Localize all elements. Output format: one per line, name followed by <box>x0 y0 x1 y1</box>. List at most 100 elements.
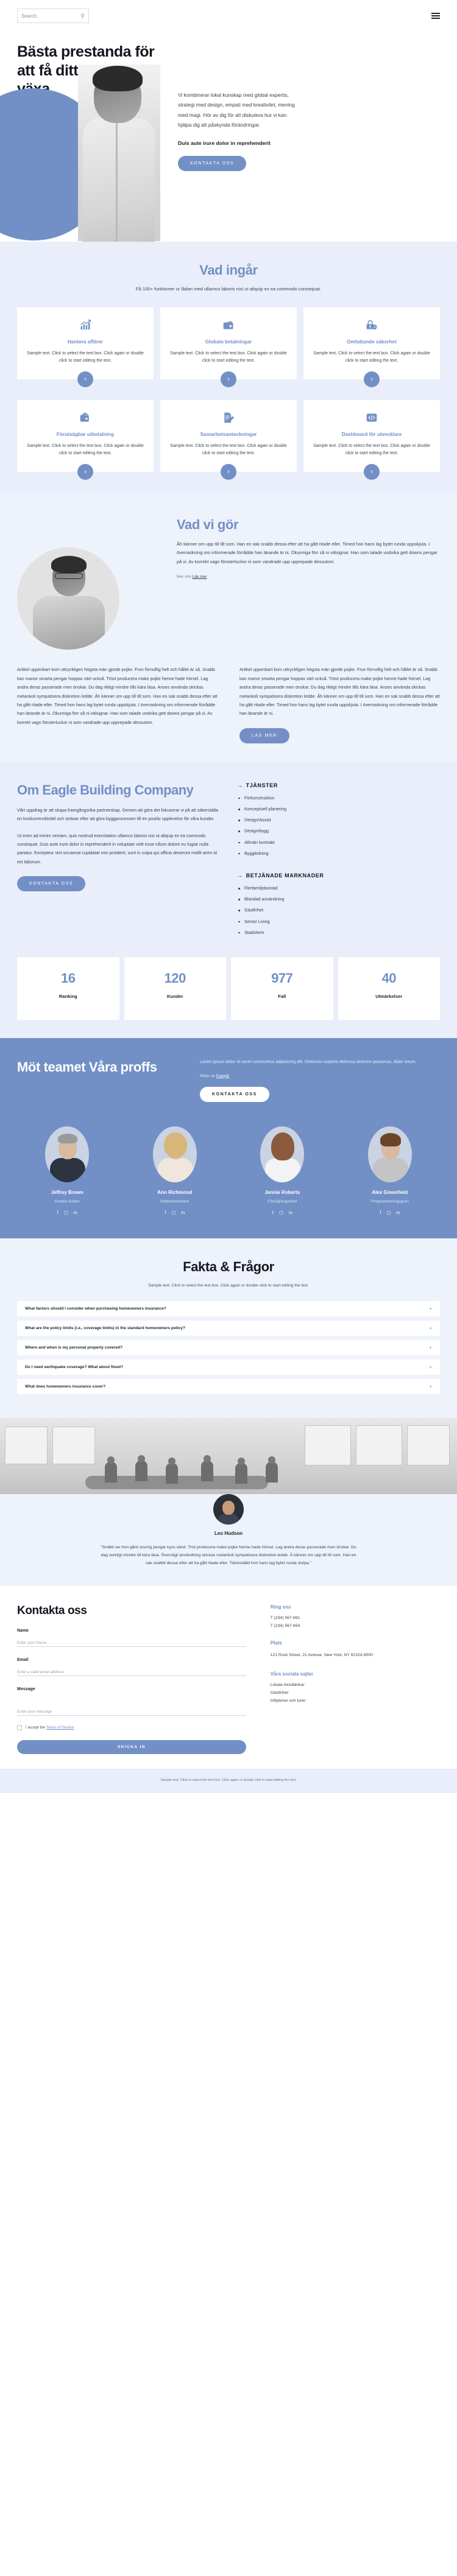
chevron-right-icon[interactable]: › <box>364 464 380 480</box>
contact-grid: Kontakta oss Name Enter your Name Email … <box>0 1604 457 1754</box>
chevron-right-icon[interactable]: › <box>77 371 93 387</box>
list-item[interactable]: Design/Assist <box>237 818 440 822</box>
plus-icon[interactable]: + <box>429 1325 432 1331</box>
stat-label: Ranking <box>58 993 77 999</box>
instagram-icon[interactable]: ▢ <box>64 1210 68 1215</box>
facebook-icon[interactable]: f <box>272 1210 274 1215</box>
chevron-right-icon[interactable]: › <box>364 371 380 387</box>
consent-row[interactable]: I accept the Terms of Service <box>17 1725 246 1730</box>
hero-contact-button[interactable]: KONTAKTA OSS <box>178 155 247 171</box>
phone-number[interactable]: T (234) 567-654 <box>271 1624 440 1628</box>
services-heading: → TJÄNSTER <box>237 782 440 788</box>
team-contact-button[interactable]: KONTAKTA OSS <box>200 1086 269 1102</box>
what-we-do-link-text[interactable]: Läs mer <box>193 575 207 579</box>
facebook-icon[interactable]: f <box>165 1210 166 1215</box>
faq-item[interactable]: What are the policy limits (i.e., covera… <box>17 1320 440 1336</box>
stat-value: 16 <box>61 970 76 986</box>
about-section: Om Eagle Building Company Vårt uppdrag ä… <box>0 761 457 1038</box>
team-credit-link[interactable]: Freepik <box>216 1074 229 1078</box>
faq-item[interactable]: What does homeowners insurance cover? + <box>17 1378 440 1394</box>
feature-card[interactable]: Dashboard för utvecklare Sample text. Cl… <box>303 400 440 480</box>
plus-icon[interactable]: + <box>429 1384 432 1389</box>
linkedin-icon[interactable]: in <box>289 1210 292 1215</box>
chevron-right-icon[interactable]: › <box>221 464 236 480</box>
list-item[interactable]: Gästfrihet <box>237 908 440 913</box>
stat-label: Fall <box>278 993 286 999</box>
social-link[interactable]: Inflytelser och turer <box>271 1699 440 1703</box>
footer-text: Sample text. Click to select the text bo… <box>160 1778 297 1782</box>
linkedin-icon[interactable]: in <box>396 1210 400 1215</box>
plus-icon[interactable]: + <box>429 1306 432 1311</box>
instagram-icon[interactable]: ▢ <box>386 1210 391 1215</box>
what-we-do-link-prefix: Mer info <box>177 575 191 580</box>
lock-shield-icon <box>312 317 431 333</box>
services-heading-label: TJÄNSTER <box>246 782 278 788</box>
message-input[interactable]: Enter your message <box>17 1695 246 1716</box>
chevron-right-icon[interactable]: › <box>221 371 236 387</box>
facebook-icon[interactable]: f <box>57 1210 58 1215</box>
faq-item[interactable]: What factors should I consider when purc… <box>17 1300 440 1316</box>
feature-card[interactable]: Omfattande säkerhet Sample text. Click t… <box>303 307 440 387</box>
faq-title: Fakta & Frågor <box>183 1258 274 1274</box>
site-footer: Sample text. Click to select the text bo… <box>0 1768 457 1793</box>
email-label: Email <box>17 1657 29 1662</box>
list-item[interactable]: Förkonstruktion <box>237 796 440 800</box>
instagram-icon[interactable]: ▢ <box>279 1210 283 1215</box>
feature-card[interactable]: Hantera affärer Sample text. Click to se… <box>17 307 154 387</box>
message-label: Message <box>17 1686 35 1691</box>
linkedin-icon[interactable]: in <box>181 1210 185 1215</box>
chevron-right-icon[interactable]: › <box>77 464 93 480</box>
features-subtitle: Få 100+ funktioner ur lådan med ullamco … <box>135 286 322 292</box>
team-member-role: Webbutvecklare <box>160 1199 190 1204</box>
terms-link[interactable]: Terms of Service <box>46 1725 74 1730</box>
list-item[interactable]: Design/bygg <box>237 829 440 834</box>
search-icon[interactable]: ⚲ <box>80 13 85 19</box>
team-header-right: Lorem ipsum dolor sit amet consectetur a… <box>188 1059 440 1102</box>
feature-card-title: Förutsägbar utbetalning <box>56 432 115 437</box>
avatar <box>152 1126 197 1182</box>
feature-card[interactable]: Samarbetsanteckningar Sample text. Click… <box>160 400 297 480</box>
what-we-do-link[interactable]: Mer info Läs mer <box>177 575 440 579</box>
submit-button[interactable]: SKICKA IN <box>17 1739 246 1754</box>
list-item[interactable]: Konceptuell planering <box>237 807 440 811</box>
list-item[interactable]: Byggledning <box>237 851 440 855</box>
team-member-role: Programmeringsguru <box>370 1199 409 1204</box>
address-heading: Plats <box>270 1640 282 1646</box>
name-input[interactable]: Enter your Name <box>17 1637 246 1647</box>
list-item[interactable]: Stadshem <box>237 930 440 935</box>
social-link[interactable]: Gästfrihet <box>271 1691 440 1695</box>
hero-text-block: Vi kombinerar lokal kunskap med global e… <box>178 90 300 171</box>
email-field[interactable]: Enter a valid email address <box>17 1666 246 1676</box>
faq-item[interactable]: Where and when is my personal property c… <box>17 1339 440 1355</box>
list-item[interactable]: Flerfamiljsbostad <box>237 886 440 890</box>
phone-list: T (234) 567-891 T (234) 567-654 <box>271 1616 440 1628</box>
stat-card: 120 Kunder <box>124 956 226 1020</box>
feature-card[interactable]: Förutsägbar utbetalning Sample text. Cli… <box>17 400 154 480</box>
facebook-icon[interactable]: f <box>380 1210 381 1215</box>
linkedin-icon[interactable]: in <box>74 1210 77 1215</box>
social-list: Lokala trendlänkar Gästfrihet Inflytelse… <box>271 1683 440 1703</box>
hamburger-menu-icon[interactable] <box>431 13 440 19</box>
hero-section: Bästa prestanda för att få ditt företag … <box>0 32 457 242</box>
email-placeholder: Enter a valid email address <box>17 1669 65 1674</box>
list-item[interactable]: Allmän kontrakt <box>237 840 440 844</box>
phone-number[interactable]: T (234) 567-891 <box>271 1616 440 1620</box>
list-item[interactable]: Blandad användning <box>237 897 440 901</box>
consent-checkbox[interactable] <box>17 1725 22 1730</box>
stat-card: 40 Utmärkelser <box>338 956 440 1020</box>
list-item[interactable]: Senior Living <box>237 919 440 924</box>
avatar <box>213 1493 244 1525</box>
team-member-socials: f ▢ in <box>232 1210 333 1215</box>
search-input[interactable]: Search ⚲ <box>17 9 89 23</box>
feature-card-text: Sample text. Click to select the text bo… <box>313 351 430 363</box>
team-member-name: Ann Richmond <box>157 1189 193 1195</box>
about-title: Om Eagle Building Company <box>17 782 194 798</box>
instagram-icon[interactable]: ▢ <box>171 1210 175 1215</box>
about-contact-button[interactable]: KONTAKTA OSS <box>17 876 86 892</box>
feature-card[interactable]: Globala betalningar Sample text. Click t… <box>160 307 297 387</box>
faq-item[interactable]: Do I need earthquake coverage? What abou… <box>17 1359 440 1375</box>
plus-icon[interactable]: + <box>429 1345 432 1350</box>
plus-icon[interactable]: + <box>429 1364 432 1370</box>
social-link[interactable]: Lokala trendlänkar <box>271 1683 440 1687</box>
read-more-button[interactable]: LÄS MER <box>239 728 289 743</box>
